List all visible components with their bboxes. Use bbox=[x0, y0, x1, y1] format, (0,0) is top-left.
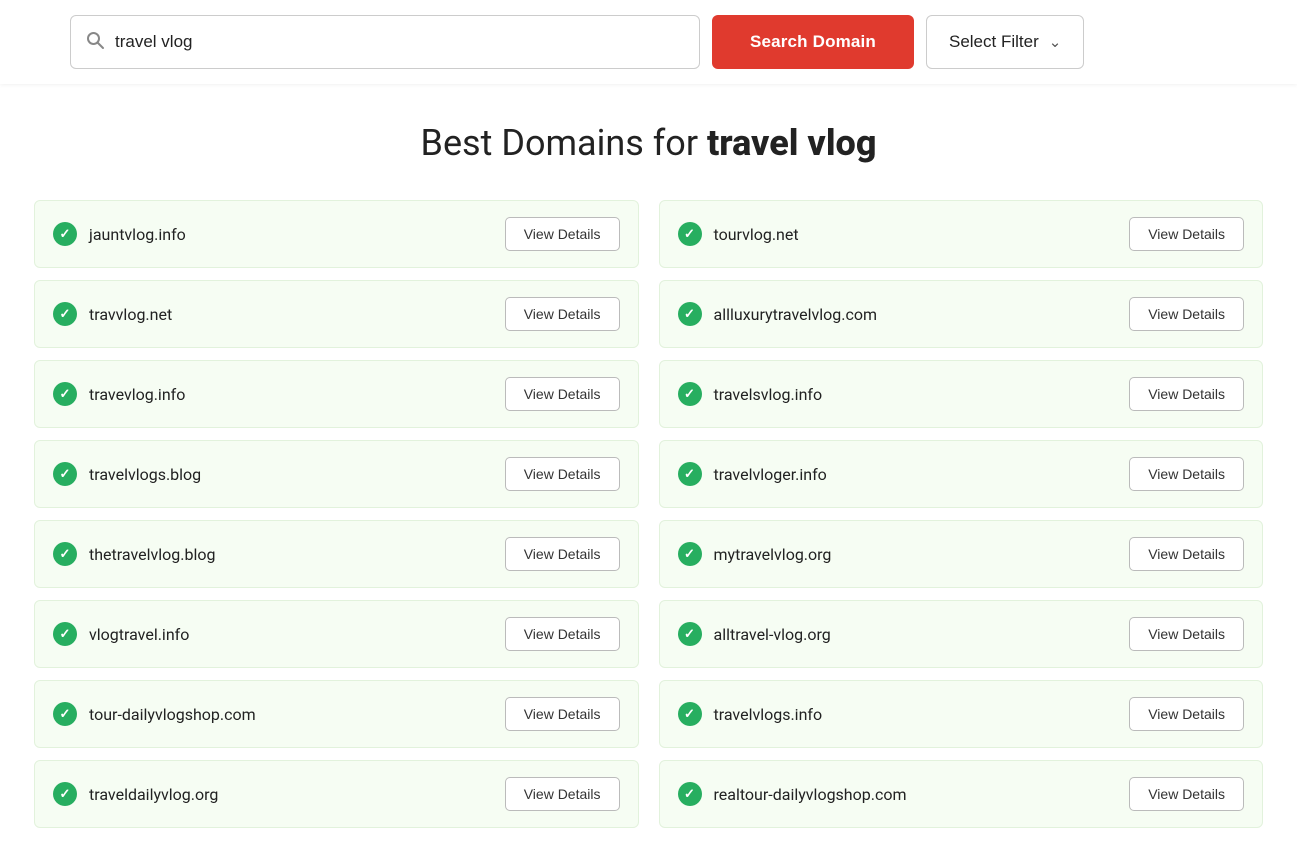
check-icon bbox=[53, 222, 77, 246]
check-icon bbox=[678, 222, 702, 246]
domain-row: travelvloger.info View Details bbox=[659, 440, 1264, 508]
domain-name: travelvlogs.info bbox=[714, 705, 823, 724]
view-details-button[interactable]: View Details bbox=[1129, 777, 1244, 811]
domain-left: travelsvlog.info bbox=[678, 382, 823, 406]
view-details-button[interactable]: View Details bbox=[505, 457, 620, 491]
domain-left: tourvlog.net bbox=[678, 222, 799, 246]
check-icon bbox=[53, 702, 77, 726]
check-icon bbox=[678, 382, 702, 406]
domain-row: tourvlog.net View Details bbox=[659, 200, 1264, 268]
view-details-button[interactable]: View Details bbox=[1129, 457, 1244, 491]
domain-left: travelvloger.info bbox=[678, 462, 827, 486]
check-icon bbox=[53, 782, 77, 806]
domain-row: travelvlogs.info View Details bbox=[659, 680, 1264, 748]
domain-name: traveldailyvlog.org bbox=[89, 785, 218, 804]
domain-left: mytravelvlog.org bbox=[678, 542, 832, 566]
check-icon bbox=[678, 782, 702, 806]
view-details-button[interactable]: View Details bbox=[1129, 537, 1244, 571]
view-details-button[interactable]: View Details bbox=[505, 777, 620, 811]
domain-name: jauntvlog.info bbox=[89, 225, 186, 244]
domain-row: jauntvlog.info View Details bbox=[34, 200, 639, 268]
domain-left: alltravel-vlog.org bbox=[678, 622, 831, 646]
page-title: Best Domains for travel vlog bbox=[0, 122, 1297, 164]
check-icon bbox=[678, 622, 702, 646]
check-icon bbox=[678, 462, 702, 486]
view-details-button[interactable]: View Details bbox=[505, 217, 620, 251]
view-details-button[interactable]: View Details bbox=[505, 537, 620, 571]
domain-row: realtour-dailyvlogshop.com View Details bbox=[659, 760, 1264, 828]
domain-row: tour-dailyvlogshop.com View Details bbox=[34, 680, 639, 748]
view-details-button[interactable]: View Details bbox=[505, 377, 620, 411]
domain-left: traveldailyvlog.org bbox=[53, 782, 218, 806]
domain-name: allluxurytravelvlog.com bbox=[714, 305, 878, 324]
select-filter-button[interactable]: Select Filter ⌄ bbox=[926, 15, 1084, 69]
domain-name: realtour-dailyvlogshop.com bbox=[714, 785, 907, 804]
domain-row: travelsvlog.info View Details bbox=[659, 360, 1264, 428]
view-details-button[interactable]: View Details bbox=[1129, 377, 1244, 411]
check-icon bbox=[53, 622, 77, 646]
domain-row: travvlog.net View Details bbox=[34, 280, 639, 348]
check-icon bbox=[678, 302, 702, 326]
chevron-down-icon: ⌄ bbox=[1049, 33, 1062, 51]
top-bar: Search Domain Select Filter ⌄ bbox=[0, 0, 1297, 84]
check-icon bbox=[678, 702, 702, 726]
search-domain-button[interactable]: Search Domain bbox=[712, 15, 914, 69]
domain-name: tour-dailyvlogshop.com bbox=[89, 705, 256, 724]
domain-left: travelvlogs.info bbox=[678, 702, 823, 726]
domain-row: mytravelvlog.org View Details bbox=[659, 520, 1264, 588]
domain-left: allluxurytravelvlog.com bbox=[678, 302, 878, 326]
domain-row: allluxurytravelvlog.com View Details bbox=[659, 280, 1264, 348]
check-icon bbox=[53, 462, 77, 486]
domains-grid: jauntvlog.info View Details tourvlog.net… bbox=[0, 194, 1297, 834]
domain-left: travelvlogs.blog bbox=[53, 462, 201, 486]
view-details-button[interactable]: View Details bbox=[1129, 697, 1244, 731]
check-icon bbox=[678, 542, 702, 566]
domain-name: travelsvlog.info bbox=[714, 385, 823, 404]
domain-row: vlogtravel.info View Details bbox=[34, 600, 639, 668]
domain-left: jauntvlog.info bbox=[53, 222, 186, 246]
domain-row: travevlog.info View Details bbox=[34, 360, 639, 428]
domain-row: travelvlogs.blog View Details bbox=[34, 440, 639, 508]
view-details-button[interactable]: View Details bbox=[505, 617, 620, 651]
view-details-button[interactable]: View Details bbox=[505, 697, 620, 731]
domain-name: tourvlog.net bbox=[714, 225, 799, 244]
domain-left: thetravelvlog.blog bbox=[53, 542, 215, 566]
check-icon bbox=[53, 302, 77, 326]
domain-row: thetravelvlog.blog View Details bbox=[34, 520, 639, 588]
view-details-button[interactable]: View Details bbox=[1129, 217, 1244, 251]
domain-left: vlogtravel.info bbox=[53, 622, 189, 646]
domain-left: travevlog.info bbox=[53, 382, 185, 406]
domain-name: mytravelvlog.org bbox=[714, 545, 832, 564]
search-icon bbox=[85, 30, 105, 55]
domain-name: alltravel-vlog.org bbox=[714, 625, 831, 644]
domain-name: travelvlogs.blog bbox=[89, 465, 201, 484]
check-icon bbox=[53, 382, 77, 406]
domain-name: travevlog.info bbox=[89, 385, 185, 404]
search-wrapper bbox=[70, 15, 700, 69]
domain-row: alltravel-vlog.org View Details bbox=[659, 600, 1264, 668]
domain-left: tour-dailyvlogshop.com bbox=[53, 702, 256, 726]
search-input[interactable] bbox=[115, 32, 685, 52]
view-details-button[interactable]: View Details bbox=[1129, 297, 1244, 331]
domain-name: travelvloger.info bbox=[714, 465, 827, 484]
domain-name: vlogtravel.info bbox=[89, 625, 189, 644]
domain-name: thetravelvlog.blog bbox=[89, 545, 215, 564]
domain-row: traveldailyvlog.org View Details bbox=[34, 760, 639, 828]
view-details-button[interactable]: View Details bbox=[505, 297, 620, 331]
view-details-button[interactable]: View Details bbox=[1129, 617, 1244, 651]
domain-name: travvlog.net bbox=[89, 305, 172, 324]
check-icon bbox=[53, 542, 77, 566]
domain-left: travvlog.net bbox=[53, 302, 172, 326]
domain-left: realtour-dailyvlogshop.com bbox=[678, 782, 907, 806]
